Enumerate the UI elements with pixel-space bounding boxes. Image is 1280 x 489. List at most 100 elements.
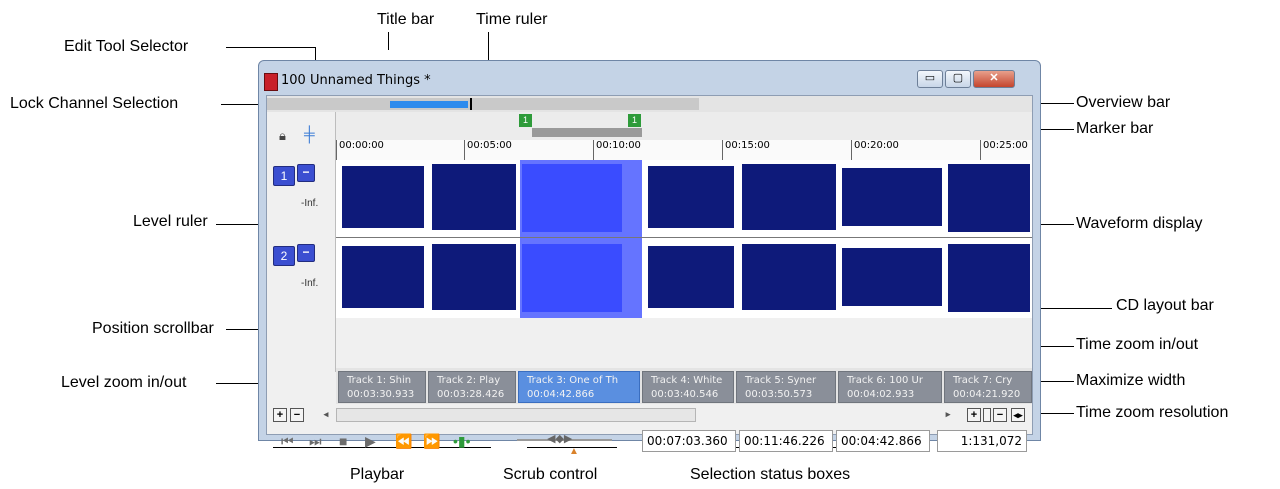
scroll-right-arrow-icon[interactable]: ▸ <box>941 408 955 422</box>
callout-edit-tool-selector: Edit Tool Selector <box>64 38 189 55</box>
time-zoom-resolution-box[interactable]: 1:131,072 <box>937 430 1027 452</box>
time-zoom-slider[interactable] <box>983 408 991 422</box>
level-zoom-out-button[interactable]: − <box>290 408 304 422</box>
cd-track[interactable]: Track 2: Play 00:03:28.426 <box>428 371 516 403</box>
minimize-button[interactable]: ▭ <box>917 70 943 88</box>
cd-track-name: Track 7: Cry <box>953 375 1013 386</box>
maximize-width-button[interactable]: ◂▸ <box>1011 408 1025 422</box>
cd-track[interactable]: Track 1: Shin 00:03:30.933 <box>338 371 426 403</box>
waveform-ch2-seg1 <box>342 246 424 308</box>
cd-track-name: Track 5: Syner <box>745 375 817 386</box>
selection-start-box[interactable]: 00:07:03.360 <box>642 430 736 452</box>
waveform-ch2-seg5 <box>742 244 836 310</box>
cd-track[interactable]: Track 6: 100 Ur 00:04:02.933 <box>838 371 942 403</box>
time-ruler[interactable]: 00:00:00 00:05:00 00:10:00 00:15:00 00:2… <box>336 140 1032 161</box>
cd-track[interactable]: Track 7: Cry 00:04:21.920 <box>944 371 1032 403</box>
playbar: ⏮ ⏭ ■ ▶ ⏪ ⏩ •▮• ◀◆▶ ▲ 00:07:03.360 00:11… <box>267 425 1032 461</box>
callout-lock-channel-selection: Lock Channel Selection <box>10 95 179 112</box>
callout-level-zoom-in-out: Level zoom in/out <box>61 374 187 391</box>
time-ruler-tick: 00:10:00 <box>593 140 641 160</box>
marker-bar[interactable]: 1 1 <box>336 112 1032 141</box>
go-to-end-icon[interactable]: ⏭ <box>309 433 322 450</box>
callout-line-marker <box>1038 129 1074 130</box>
scrub-control[interactable]: ◀◆▶ ▲ <box>517 431 617 457</box>
stop-icon[interactable]: ■ <box>339 433 347 449</box>
data-window: 100 Unnamed Things * ▭ ▢ ✕ 🔒︎ ╪ 1 − -Inf… <box>258 60 1041 457</box>
waveform-ch1-seg7 <box>948 164 1030 232</box>
cd-track-time: 00:03:28.426 <box>437 389 505 400</box>
channel-2-minimize-button[interactable]: − <box>297 244 315 262</box>
cd-layout-bar[interactable]: Track 1: Shin 00:03:30.933 Track 2: Play… <box>336 368 1032 404</box>
window-client: 🔒︎ ╪ 1 − -Inf. 2 − -Inf. 1 1 00:00:00 00… <box>266 95 1033 457</box>
callout-line-overview <box>1038 103 1074 104</box>
close-button[interactable]: ✕ <box>973 70 1015 88</box>
callout-line-edit-tool-1 <box>226 47 316 48</box>
overview-bar[interactable] <box>267 96 1032 112</box>
next-track-icon[interactable]: ⏩ <box>423 433 440 450</box>
cd-track[interactable]: Track 4: White 00:03:40.546 <box>642 371 734 403</box>
previous-track-icon[interactable]: ⏪ <box>395 433 412 450</box>
callout-level-ruler: Level ruler <box>133 213 208 230</box>
level-zoom-in-button[interactable]: + <box>273 408 287 422</box>
channel-1-button[interactable]: 1 <box>273 166 295 186</box>
scroll-left-arrow-icon[interactable]: ◂ <box>319 408 333 422</box>
time-ruler-tick: 00:25:00 <box>980 140 1028 160</box>
time-zoom-in-button[interactable]: + <box>967 408 981 422</box>
cd-track-name: Track 6: 100 Ur <box>847 375 923 386</box>
edit-tool-icon[interactable]: ╪ <box>304 126 315 143</box>
callout-line-title-bar <box>388 32 389 50</box>
callout-line-maximize <box>1038 381 1074 382</box>
waveform-ch1-seg5 <box>742 164 836 230</box>
cd-track-name: Track 4: White <box>651 375 723 386</box>
channel-2-button[interactable]: 2 <box>273 246 295 266</box>
time-zoom-out-button[interactable]: − <box>993 408 1007 422</box>
cd-track-selected[interactable]: Track 3: One of Th 00:04:42.866 <box>518 371 640 403</box>
callout-time-ruler: Time ruler <box>476 11 548 28</box>
play-icon[interactable]: ▶ <box>365 433 376 450</box>
maximize-button[interactable]: ▢ <box>945 70 971 88</box>
scrub-pointer-icon: ▲ <box>569 446 579 457</box>
lock-icon[interactable]: 🔒︎ <box>279 128 286 144</box>
scrub-handle-icon[interactable]: ◀◆▶ <box>547 432 572 445</box>
channel-divider <box>336 237 1032 238</box>
channel-2-level: -Inf. <box>301 278 319 289</box>
loop-icon[interactable]: •▮• <box>453 433 471 450</box>
scroll-row: + − ◂ ▸ + − ◂▸ <box>267 407 1032 423</box>
marker-start[interactable]: 1 <box>519 114 532 127</box>
callout-line-time-zoom-res <box>1038 413 1074 414</box>
time-ruler-tick: 00:05:00 <box>464 140 512 160</box>
waveform-ch2-seg6 <box>842 248 942 306</box>
cd-track[interactable]: Track 5: Syner 00:03:50.573 <box>736 371 836 403</box>
overview-track[interactable] <box>267 98 699 110</box>
callout-scrub-control: Scrub control <box>503 466 598 483</box>
callout-overview-bar: Overview bar <box>1076 94 1171 111</box>
go-to-start-icon[interactable]: ⏮ <box>281 433 294 450</box>
callout-line-level-zoom <box>216 383 260 384</box>
cd-track-time: 00:04:02.933 <box>847 389 915 400</box>
overview-view-indicator[interactable] <box>390 101 468 108</box>
callout-title-bar: Title bar <box>377 11 435 28</box>
waveform-ch1-seg2 <box>432 164 516 230</box>
selection-length-box[interactable]: 00:04:42.866 <box>836 430 930 452</box>
cd-track-name: Track 1: Shin <box>347 375 412 386</box>
waveform-ch2-seg4 <box>648 246 734 308</box>
callout-time-zoom-in-out: Time zoom in/out <box>1076 336 1199 353</box>
waveform-display[interactable] <box>336 160 1032 318</box>
callout-playbar: Playbar <box>350 466 405 483</box>
callout-position-scrollbar: Position scrollbar <box>92 320 214 337</box>
callout-cd-layout-bar: CD layout bar <box>1116 297 1214 314</box>
title-bar[interactable]: 100 Unnamed Things * ▭ ▢ ✕ <box>259 61 1040 95</box>
channel-1-level: -Inf. <box>301 198 319 209</box>
channel-1-minimize-button[interactable]: − <box>297 164 315 182</box>
waveform-ch1-seg6 <box>842 168 942 226</box>
cd-track-time: 00:03:50.573 <box>745 389 813 400</box>
time-ruler-tick: 00:00:00 <box>336 140 384 160</box>
selection-end-box[interactable]: 00:11:46.226 <box>739 430 833 452</box>
waveform-ch2-seg3 <box>522 244 622 312</box>
marker-end[interactable]: 1 <box>628 114 641 127</box>
position-scrollbar[interactable] <box>336 408 696 422</box>
callout-line-waveform <box>1040 224 1074 225</box>
callout-maximize-width: Maximize width <box>1076 372 1186 389</box>
cd-track-name: Track 3: One of Th <box>527 375 619 386</box>
waveform-ch1-seg3 <box>522 164 622 232</box>
